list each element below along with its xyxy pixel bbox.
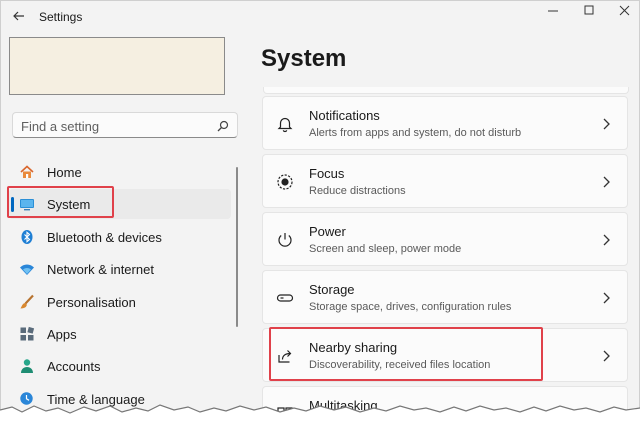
chevron-right-icon	[603, 350, 610, 362]
system-highlight-box	[7, 186, 114, 218]
title-bar: Settings	[1, 1, 639, 33]
storage-icon	[276, 294, 294, 302]
power-icon	[278, 233, 292, 247]
card-power[interactable]: Power Screen and sleep, power mode	[262, 212, 628, 266]
sidebar-item-apps[interactable]: Apps	[9, 319, 231, 349]
page-title: System	[261, 45, 347, 72]
account-panel[interactable]	[9, 37, 225, 95]
sidebar-item-personalisation[interactable]: Personalisation	[9, 287, 231, 317]
card-title: Storage	[309, 282, 355, 297]
sidebar-item-label: Home	[47, 165, 82, 180]
card-title: Notifications	[309, 108, 380, 123]
sidebar-item-home[interactable]: Home	[9, 157, 231, 187]
chevron-right-icon	[603, 292, 610, 304]
sidebar-item-label: Bluetooth & devices	[47, 230, 162, 245]
sidebar-item-bluetooth[interactable]: Bluetooth & devices	[9, 222, 231, 252]
chevron-right-icon	[603, 234, 610, 246]
card-storage[interactable]: Storage Storage space, drives, configura…	[262, 270, 628, 324]
sidebar-item-label: Apps	[47, 327, 77, 342]
nearby-sharing-highlight-box	[269, 327, 543, 381]
person-icon	[21, 359, 33, 373]
card-subtitle: Storage space, drives, configuration rul…	[309, 301, 512, 313]
sidebar-item-label: Network & internet	[47, 262, 154, 277]
app-title: Settings	[39, 10, 83, 24]
torn-edge	[0, 404, 640, 422]
bell-icon	[277, 117, 293, 133]
card-title: Power	[309, 224, 346, 239]
card-top-fragment	[263, 87, 629, 94]
sidebar-item-network[interactable]: Network & internet	[9, 254, 231, 284]
sidebar-item-accounts[interactable]: Accounts	[9, 351, 231, 381]
search-box[interactable]: Find a setting	[12, 112, 238, 138]
card-notifications[interactable]: Notifications Alerts from apps and syste…	[262, 96, 628, 150]
chevron-right-icon	[603, 176, 610, 188]
card-subtitle: Reduce distractions	[309, 185, 406, 197]
bluetooth-icon	[21, 230, 33, 244]
wifi-icon	[20, 264, 34, 275]
focus-icon	[277, 174, 293, 190]
close-icon[interactable]	[603, 3, 640, 29]
home-icon	[20, 165, 34, 178]
search-icon[interactable]	[217, 120, 229, 132]
search-input[interactable]: Find a setting	[21, 119, 99, 134]
apps-icon	[20, 326, 35, 341]
chevron-right-icon	[603, 118, 610, 130]
sidebar-item-label: Accounts	[47, 359, 101, 374]
card-focus[interactable]: Focus Reduce distractions	[262, 154, 628, 208]
card-title: Focus	[309, 166, 345, 181]
settings-window: Settings Find a setting Home System Blue…	[0, 0, 640, 422]
card-subtitle: Screen and sleep, power mode	[309, 243, 462, 255]
sidebar-scrollbar[interactable]	[236, 167, 238, 327]
card-subtitle: Alerts from apps and system, do not dist…	[309, 127, 522, 139]
back-arrow-icon[interactable]	[11, 8, 27, 24]
sidebar-item-label: Personalisation	[47, 295, 136, 310]
brush-icon	[20, 294, 34, 309]
